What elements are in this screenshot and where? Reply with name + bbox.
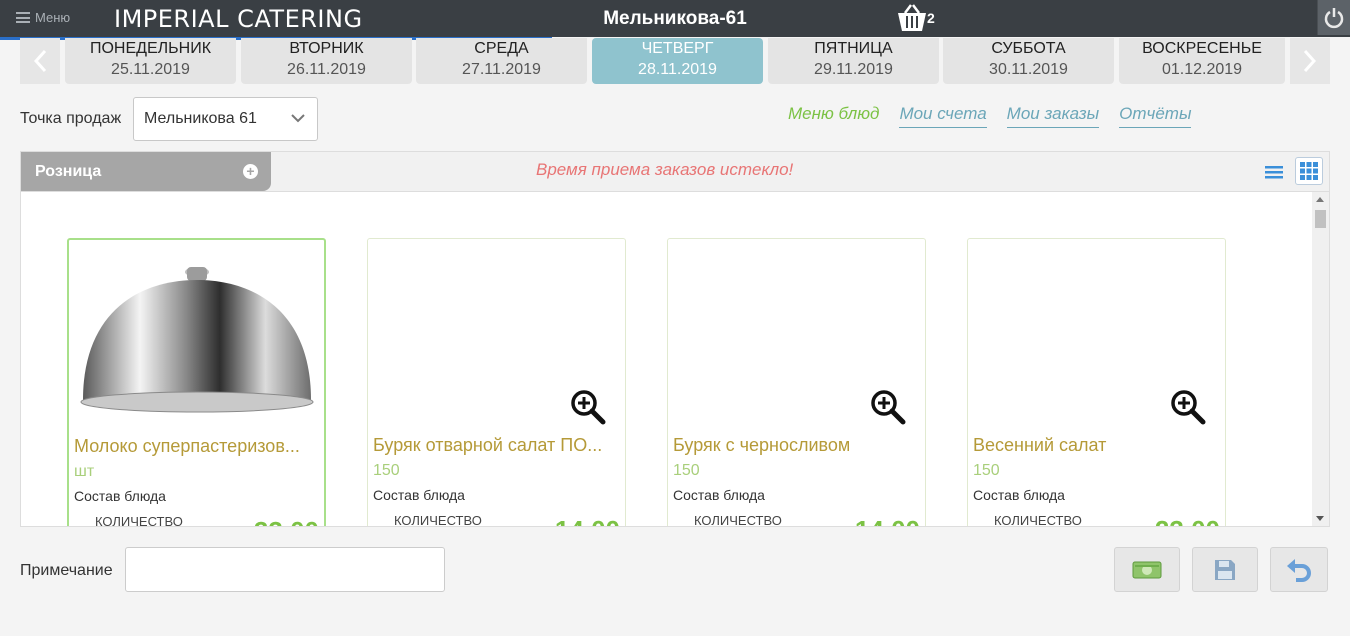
undo-button[interactable] (1270, 547, 1328, 592)
quantity-label: КОЛИЧЕСТВО (95, 514, 183, 527)
product-price: 14.00 (555, 515, 620, 526)
day-tab-monday[interactable]: ПОНЕДЕЛЬНИК 25.11.2019 (65, 38, 236, 84)
product-composition: Состав блюда (973, 487, 1065, 503)
product-title: Молоко суперпастеризов... (74, 436, 300, 456)
product-composition: Состав блюда (673, 487, 765, 503)
sales-point-value: Мельникова 61 (144, 110, 257, 127)
brand-logo: IMPERIAL CATERING (114, 5, 363, 33)
grid-icon (1300, 162, 1318, 180)
location-title: Мельникова-61 (603, 8, 747, 29)
scroll-down-arrow[interactable] (1316, 516, 1324, 521)
link-accounts[interactable]: Мои счета (899, 104, 987, 128)
product-title: Буряк с черносливом (673, 435, 851, 455)
product-unit: шт (74, 463, 95, 480)
product-unit: 150 (373, 462, 400, 479)
floppy-disk-icon (1215, 559, 1235, 580)
money-icon (1132, 561, 1162, 578)
product-composition: Состав блюда (373, 487, 465, 503)
category-bar: Розница + Время приема заказов истекло! (20, 151, 1330, 191)
scroll-thumb[interactable] (1315, 210, 1326, 228)
product-composition: Состав блюда (74, 488, 166, 504)
note-label: Примечание (20, 562, 113, 579)
link-reports[interactable]: Отчёты (1119, 104, 1192, 128)
pay-button[interactable] (1114, 547, 1180, 592)
zoom-in-icon[interactable] (1170, 389, 1206, 425)
quantity-label: КОЛИЧЕСТВО (694, 513, 782, 527)
basket-count: 2 (927, 10, 935, 26)
day-tab-thursday[interactable]: ЧЕТВЕРГ 28.11.2019 (592, 38, 763, 84)
product-title: Буряк отварной салат ПО... (373, 435, 603, 455)
product-price: 33.00 (254, 516, 319, 526)
vertical-scrollbar[interactable] (1312, 192, 1329, 526)
quantity-label: КОЛИЧЕСТВО (994, 513, 1082, 527)
link-menu[interactable]: Меню блюд (788, 104, 879, 128)
chevron-left-icon (33, 49, 47, 73)
product-grid: Молоко суперпастеризов... шт Состав блюд… (20, 191, 1330, 527)
top-bar: Меню IMPERIAL CATERING Мельникова-61 2 (0, 0, 1350, 40)
day-tab-friday[interactable]: ПЯТНИЦА 29.11.2019 (768, 38, 939, 84)
day-tab-sunday[interactable]: ВОСКРЕСЕНЬЕ 01.12.2019 (1119, 38, 1285, 84)
menu-label: Меню (35, 10, 71, 25)
scroll-up-arrow[interactable] (1316, 197, 1324, 202)
next-week-button[interactable] (1290, 38, 1330, 84)
product-card[interactable]: Буряк отварной салат ПО... 150 Состав бл… (367, 238, 626, 527)
chevron-right-icon (1303, 49, 1317, 73)
product-title: Весенний салат (973, 435, 1107, 455)
day-tab-saturday[interactable]: СУББОТА 30.11.2019 (943, 38, 1114, 84)
menu-button[interactable]: Меню (16, 10, 70, 25)
product-card[interactable]: Буряк с черносливом 150 Состав блюда КОЛ… (667, 238, 926, 527)
hamburger-icon (16, 12, 30, 23)
product-unit: 150 (673, 462, 700, 479)
list-icon (1265, 166, 1283, 179)
quantity-label: КОЛИЧЕСТВО (394, 513, 482, 527)
product-card[interactable]: Молоко суперпастеризов... шт Состав блюд… (67, 238, 326, 527)
zoom-in-icon[interactable] (570, 389, 606, 425)
grid-view-button[interactable] (1295, 157, 1323, 185)
note-input[interactable] (125, 547, 445, 592)
logout-button[interactable] (1317, 0, 1350, 35)
sales-point-label: Точка продаж (20, 110, 122, 127)
day-tab-wednesday[interactable]: СРЕДА 27.11.2019 (416, 38, 587, 84)
cloche-image (80, 267, 314, 413)
product-unit: 150 (973, 462, 1000, 479)
zoom-in-icon[interactable] (870, 389, 906, 425)
category-name: Розница (35, 163, 102, 180)
product-price: 14.00 (855, 515, 920, 526)
chevron-down-icon (291, 114, 305, 123)
product-price: 23.00 (1155, 515, 1220, 526)
nav-links: Меню блюд Мои счета Мои заказы Отчёты (788, 104, 1192, 128)
category-tab[interactable]: Розница + (21, 152, 271, 191)
save-button[interactable] (1192, 547, 1258, 592)
plus-icon: + (243, 164, 258, 179)
list-view-button[interactable] (1263, 161, 1285, 183)
day-tab-tuesday[interactable]: ВТОРНИК 26.11.2019 (241, 38, 412, 84)
basket-icon (898, 4, 926, 31)
prev-week-button[interactable] (20, 38, 60, 84)
power-icon (1324, 7, 1344, 28)
day-tabs: ПОНЕДЕЛЬНИК 25.11.2019 ВТОРНИК 26.11.201… (20, 38, 1330, 86)
link-orders[interactable]: Мои заказы (1006, 104, 1100, 128)
undo-icon (1287, 558, 1311, 582)
product-card[interactable]: Весенний салат 150 Состав блюда КОЛИЧЕСТ… (967, 238, 1226, 527)
basket-button[interactable]: 2 (895, 3, 939, 33)
orders-expired-notice: Время приема заказов истекло! (536, 160, 794, 179)
sales-point-select[interactable]: Мельникова 61 (133, 97, 318, 141)
